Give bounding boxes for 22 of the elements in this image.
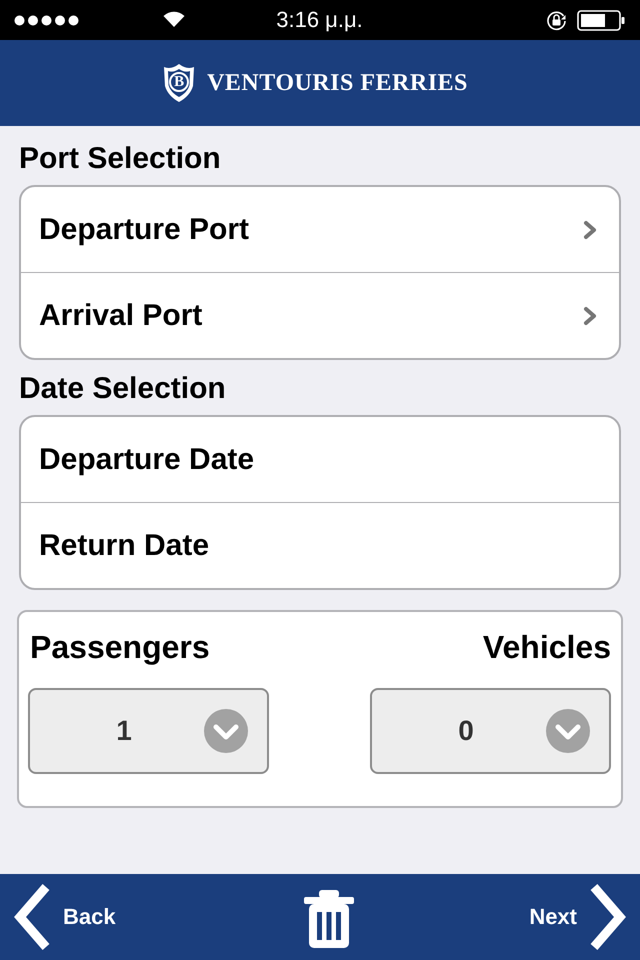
section-title: Date Selection — [19, 371, 227, 407]
shield-logo: B — [162, 63, 196, 103]
section-title: Port Selection — [19, 141, 222, 177]
list-item[interactable]: Return Date — [21, 503, 619, 588]
signal-strength-icon — [14, 14, 80, 26]
chevron-down-icon — [204, 709, 248, 753]
battery-icon — [577, 10, 626, 30]
count-dropdown[interactable]: 0 — [370, 688, 611, 774]
list-item[interactable]: Departure Port — [21, 187, 619, 272]
list-item[interactable]: Arrival Port — [21, 273, 619, 358]
trash-icon[interactable] — [304, 890, 354, 948]
rotation-lock-icon — [546, 10, 568, 30]
list-item[interactable]: Departure Date — [21, 417, 619, 502]
back-button[interactable]: Back — [13, 882, 116, 952]
count-dropdown[interactable]: 1 — [28, 688, 269, 774]
status-time: 3:16 μ.μ. — [276, 7, 363, 33]
brand-name: VENTOURIS FERRIES — [207, 70, 468, 96]
wifi-icon — [163, 11, 185, 27]
chevron-down-icon — [546, 709, 590, 753]
next-button[interactable]: Next — [529, 882, 627, 952]
field-label: Passengers — [29, 628, 211, 667]
field-label: Vehicles — [482, 628, 611, 667]
